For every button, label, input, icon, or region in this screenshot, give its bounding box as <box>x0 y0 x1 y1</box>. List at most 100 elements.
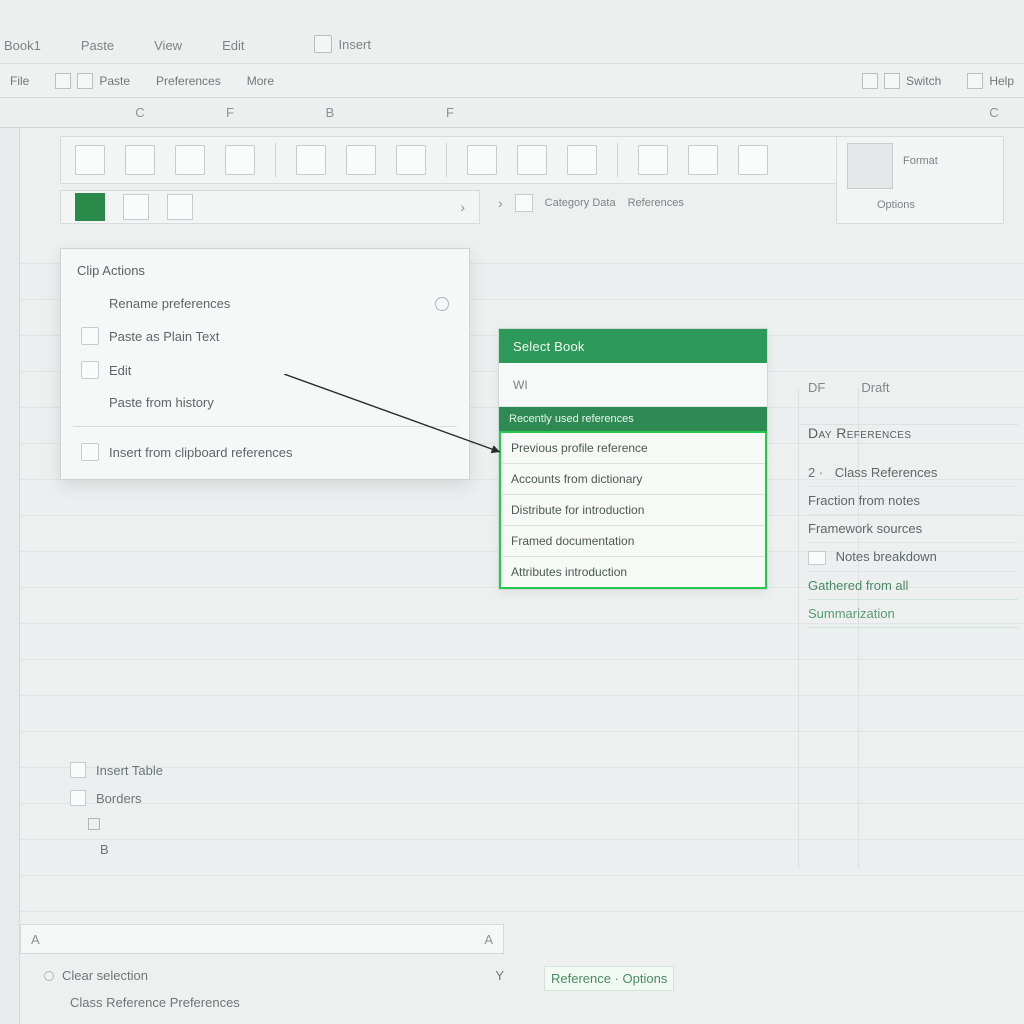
paste-icon <box>55 73 71 89</box>
square-icon <box>88 818 100 830</box>
tool-merge[interactable] <box>638 145 668 175</box>
tool-format-painter[interactable] <box>225 145 255 175</box>
tab-paste[interactable]: Paste <box>81 38 114 63</box>
chevron-right-icon[interactable]: › <box>460 199 465 215</box>
sb-item-4[interactable]: Attributes introduction <box>501 557 765 587</box>
right-block-title: Day References <box>808 425 1018 441</box>
tab-insert-label: Insert <box>338 37 371 52</box>
chevron-right-icon-2: › <box>498 195 503 211</box>
tool-bold[interactable] <box>296 145 326 175</box>
ribbon-right-panel: Format Options <box>836 136 1004 224</box>
tool-border[interactable] <box>167 194 193 220</box>
tool-align-right[interactable] <box>567 145 597 175</box>
tool-cut[interactable] <box>125 145 155 175</box>
ctx-item-history-label: Paste from history <box>109 395 214 410</box>
tool-paste[interactable] <box>75 145 105 175</box>
status-class-ref[interactable]: Class Reference Preferences <box>44 989 504 1016</box>
ctx-item-paste-plain[interactable]: Paste as Plain Text <box>77 319 453 353</box>
sb-item-3[interactable]: Framed documentation <box>501 526 765 557</box>
col-c[interactable]: C <box>100 105 180 120</box>
right-hd-0: DF <box>808 380 825 395</box>
title-tabs-bar: Book1 Paste View Edit Insert <box>0 0 1024 64</box>
ctx-item-insert-ref-label: Insert from clipboard references <box>109 445 293 460</box>
formula-bar[interactable]: A A <box>20 924 504 954</box>
tool-copy[interactable] <box>175 145 205 175</box>
cmd-preferences-label: Preferences <box>156 74 221 88</box>
col-f[interactable]: F <box>180 105 280 120</box>
paste-icon-2 <box>77 73 93 89</box>
right-hd-1: Draft <box>861 380 889 395</box>
tab-edit[interactable]: Edit <box>222 38 244 63</box>
clipboard-icon <box>314 35 332 53</box>
select-book-header: Select Book <box>499 329 767 363</box>
context-menu-header: Clip Actions <box>77 263 453 278</box>
cmd-help-label: Help <box>989 74 1014 88</box>
help-icon <box>967 73 983 89</box>
ll-b2: B <box>70 836 370 863</box>
tool-currency[interactable] <box>738 145 768 175</box>
tool-align-left[interactable] <box>467 145 497 175</box>
rb-row-1[interactable]: Fraction from notes <box>808 487 1018 515</box>
status-class-ref-label: Class Reference Preferences <box>70 995 240 1010</box>
name-box[interactable]: A <box>31 932 51 947</box>
ll-borders-label: Borders <box>96 791 142 806</box>
rb-row-3[interactable]: Notes breakdown <box>808 543 1018 572</box>
tool-fill-color[interactable] <box>75 193 105 221</box>
col-b[interactable]: B <box>280 105 380 120</box>
cmd-paste[interactable]: Paste <box>55 73 130 89</box>
sb-item-0[interactable]: Previous profile reference <box>501 433 765 464</box>
tool-table[interactable] <box>123 194 149 220</box>
formula-right: A <box>484 932 493 947</box>
folder-icon <box>81 361 99 379</box>
row-gutter <box>0 128 20 1024</box>
tab-view[interactable]: View <box>154 38 182 63</box>
group-label-0: Category Data <box>545 197 616 209</box>
rb-row-2[interactable]: Framework sources <box>808 515 1018 543</box>
cmd-preferences[interactable]: Preferences <box>156 74 221 88</box>
cmd-switch[interactable]: Switch <box>862 73 941 89</box>
cmd-more[interactable]: More <box>247 74 274 88</box>
ribbon-right-label-2: Options <box>877 199 915 211</box>
select-book-panel: Select Book WI Recently used references … <box>498 328 768 590</box>
tool-align-center[interactable] <box>517 145 547 175</box>
sb-item-3-label: Framed documentation <box>511 534 634 548</box>
rb-row-1-label: Fraction from notes <box>808 493 920 508</box>
ll-insert-table[interactable]: Insert Table <box>70 756 370 784</box>
tool-wrap[interactable] <box>688 145 718 175</box>
tab-view-label: View <box>154 38 182 53</box>
ll-b[interactable] <box>70 812 370 836</box>
ctx-item-rename[interactable]: Rename preferences <box>77 288 453 319</box>
tab-insert[interactable]: Insert <box>314 35 371 63</box>
ribbon-group-labels: › Category Data References <box>498 194 684 212</box>
window-icon-2 <box>884 73 900 89</box>
radio-icon <box>435 297 449 311</box>
cmd-help[interactable]: Help <box>967 73 1014 89</box>
ll-borders[interactable]: Borders <box>70 784 370 812</box>
sb-item-2[interactable]: Distribute for introduction <box>501 495 765 526</box>
sb-item-1[interactable]: Accounts from dictionary <box>501 464 765 495</box>
tool-italic[interactable] <box>346 145 376 175</box>
cmd-file[interactable]: File <box>10 74 29 88</box>
bottom-right-group[interactable]: Reference · Options <box>544 966 674 991</box>
context-menu: Clip Actions Rename preferences Paste as… <box>60 248 470 480</box>
table-icon <box>70 762 86 778</box>
tool-underline[interactable] <box>396 145 426 175</box>
rb-row-0-label: Class References <box>835 465 938 480</box>
bottom-right-group-label: Reference · Options <box>551 971 667 986</box>
status-clear[interactable]: Clear selection Y <box>44 962 504 989</box>
rb-row-5[interactable]: Summarization <box>808 600 1018 628</box>
group-icon <box>515 194 533 212</box>
rb-row-0[interactable]: Class References <box>808 459 1018 487</box>
tab-book[interactable]: Book1 <box>4 38 41 63</box>
col-f2[interactable]: F <box>380 105 520 120</box>
rb-row-4[interactable]: Gathered from all <box>808 572 1018 600</box>
right-reference-block: DF Draft Day References Class References… <box>808 380 1018 628</box>
col-c2[interactable]: C <box>964 105 1024 120</box>
ctx-item-insert-ref[interactable]: Insert from clipboard references <box>77 435 453 469</box>
ctx-item-edit[interactable]: Edit <box>77 353 453 387</box>
rb-row-5-label: Summarization <box>808 606 895 621</box>
dot-icon <box>44 971 54 981</box>
ctx-item-history[interactable]: Paste from history <box>77 387 453 418</box>
format-button[interactable] <box>847 143 893 189</box>
border-icon <box>70 790 86 806</box>
